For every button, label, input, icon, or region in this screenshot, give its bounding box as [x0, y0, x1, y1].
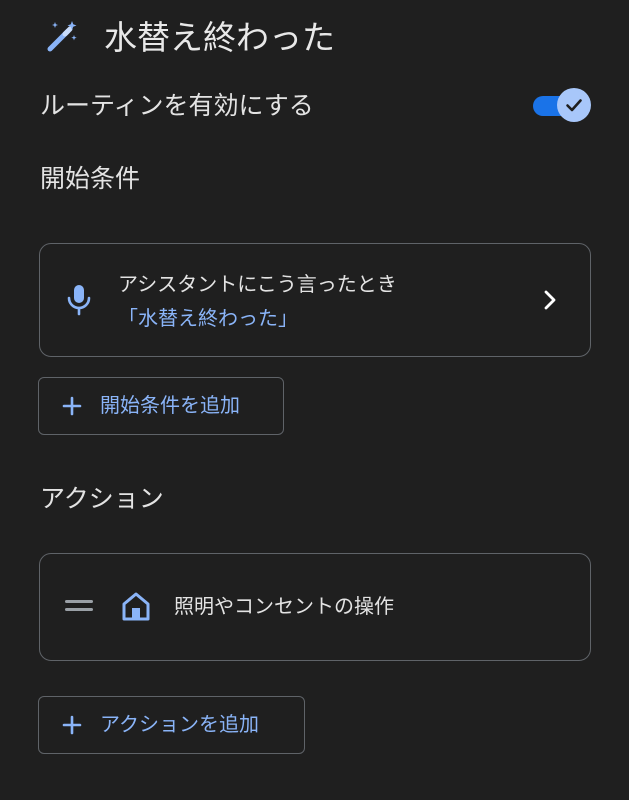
- starters-heading: 開始条件: [40, 164, 141, 193]
- add-action-button[interactable]: アクションを追加: [38, 696, 305, 754]
- enable-routine-toggle[interactable]: [533, 88, 593, 124]
- toggle-thumb: [557, 88, 591, 122]
- enable-routine-label: ルーティンを有効にする: [40, 91, 314, 120]
- magic-wand-icon: [44, 18, 80, 54]
- check-icon: [566, 99, 582, 112]
- starter-phrase: 「水替え終わった」: [118, 306, 298, 330]
- add-starter-label: 開始条件を追加: [100, 393, 240, 417]
- actions-heading: アクション: [40, 484, 164, 513]
- page-title: 水替え終わった: [104, 18, 335, 57]
- microphone-icon: [64, 283, 94, 317]
- plus-icon: [62, 715, 82, 735]
- plus-icon: [62, 396, 82, 416]
- chevron-right-icon[interactable]: [540, 288, 560, 312]
- action-label: 照明やコンセントの操作: [174, 594, 394, 618]
- home-icon: [120, 590, 152, 622]
- starter-card[interactable]: [39, 243, 591, 357]
- starter-title: アシスタントにこう言ったとき: [118, 272, 397, 296]
- add-action-label: アクションを追加: [100, 712, 259, 736]
- drag-handle-icon[interactable]: [64, 598, 94, 614]
- add-starter-button[interactable]: 開始条件を追加: [38, 377, 284, 435]
